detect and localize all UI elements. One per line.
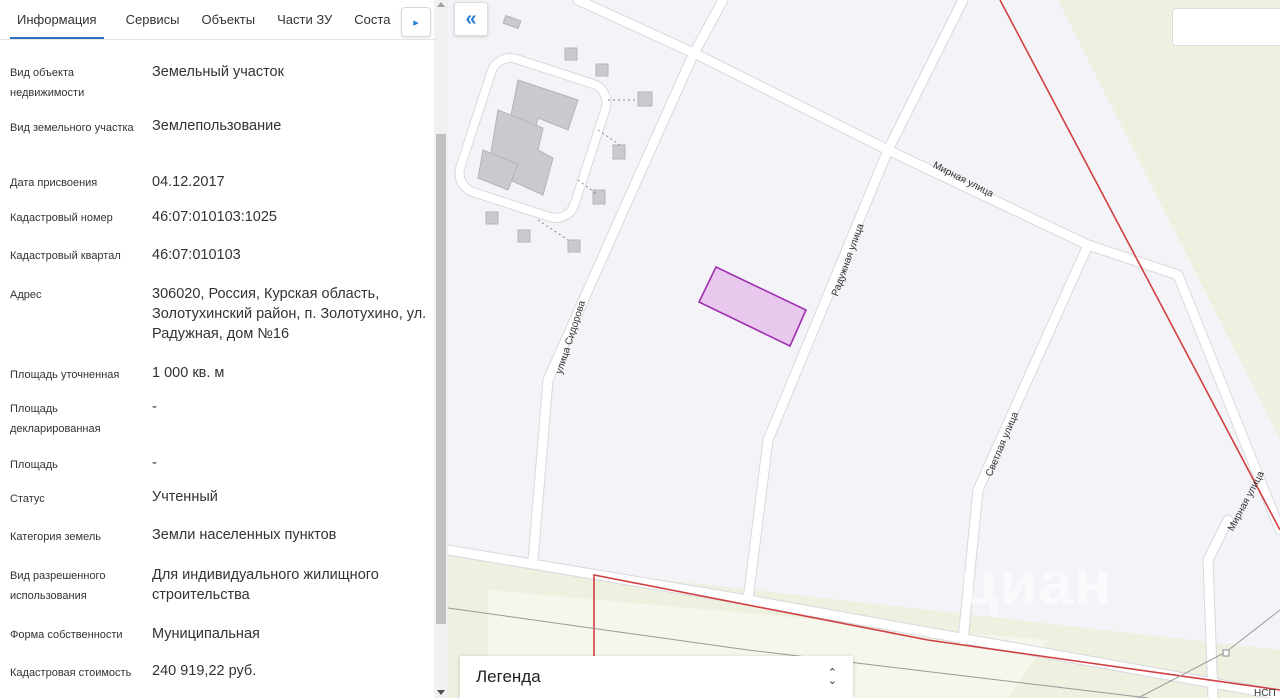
property-value: Земельный участок — [152, 64, 284, 80]
legend-label: Легенда — [476, 667, 541, 686]
property-label: Категория земель — [10, 531, 101, 543]
map-search-box[interactable] — [1172, 8, 1280, 46]
property-value: Для индивидуального жилищного строительс… — [152, 567, 379, 603]
panel-scrollbar[interactable] — [434, 0, 448, 698]
property-label: Вид разрешенного использования — [10, 570, 106, 602]
property-label: Вид объекта недвижимости — [10, 67, 85, 99]
info-panel: Информация Сервисы Объекты Части ЗУ Сост… — [0, 0, 448, 698]
property-label: Кадастровый номер — [10, 212, 113, 224]
property-value: Землепользование — [152, 118, 282, 134]
scroll-down-arrow-icon[interactable] — [437, 690, 445, 695]
property-value: 306020, Россия, Курская область, Золотух… — [152, 286, 427, 342]
chevron-up-down-icon: ⌃ ⌄ — [827, 667, 837, 687]
cadastral-map[interactable]: циан Мирная улица Радужная улица улица С… — [448, 0, 1280, 698]
property-label: Адрес — [10, 289, 42, 301]
property-value: 240 919,22 руб. — [152, 663, 257, 679]
property-label: Дата присвоения — [10, 177, 98, 189]
tab-land-parts[interactable]: Части ЗУ — [277, 12, 332, 39]
corner-label: НСП — [1254, 688, 1276, 698]
property-value: Земли населенных пунктов — [152, 527, 337, 543]
property-label: Кадастровая стоимость — [10, 667, 132, 679]
tabs-scroll-right-button[interactable]: ▸ — [401, 7, 431, 37]
property-value: Учтенный — [152, 489, 218, 505]
property-label: Площадь — [10, 459, 58, 471]
property-label: Кадастровый квартал — [10, 250, 121, 262]
caret-right-icon: ▸ — [413, 16, 419, 29]
field-area — [1058, 0, 1280, 440]
property-value: 46:07:010103 — [152, 247, 241, 263]
property-label: Площадь уточненная — [10, 369, 120, 381]
property-value: Муниципальная — [152, 626, 260, 642]
tab-bar: Информация Сервисы Объекты Части ЗУ Сост… — [0, 0, 434, 40]
selected-parcel[interactable] — [697, 265, 808, 348]
property-label: Форма собственности — [10, 629, 123, 641]
property-value: - — [152, 399, 157, 415]
property-value: 1 000 кв. м — [152, 365, 225, 381]
tab-objects[interactable]: Объекты — [201, 12, 255, 39]
scrollbar-thumb[interactable] — [436, 134, 446, 624]
property-label: Площадь декларированная — [10, 403, 101, 435]
property-value: 46:07:010103:1025 — [152, 209, 277, 225]
property-value: - — [152, 455, 157, 471]
cian-watermark: циан — [960, 549, 1113, 618]
tab-composition[interactable]: Соста — [354, 12, 390, 39]
tab-information[interactable]: Информация — [10, 12, 104, 39]
collapse-panel-button[interactable]: « — [454, 2, 488, 36]
property-label: Вид земельного участка — [10, 122, 134, 134]
property-label: Статус — [10, 493, 45, 505]
property-value: 04.12.2017 — [152, 174, 225, 190]
map-marker — [1222, 649, 1230, 657]
double-chevron-left-icon: « — [465, 7, 477, 30]
legend-dropdown[interactable]: Легенда ⌃ ⌄ — [460, 656, 853, 698]
tab-services[interactable]: Сервисы — [126, 12, 180, 39]
scroll-up-arrow-icon[interactable] — [437, 2, 445, 7]
